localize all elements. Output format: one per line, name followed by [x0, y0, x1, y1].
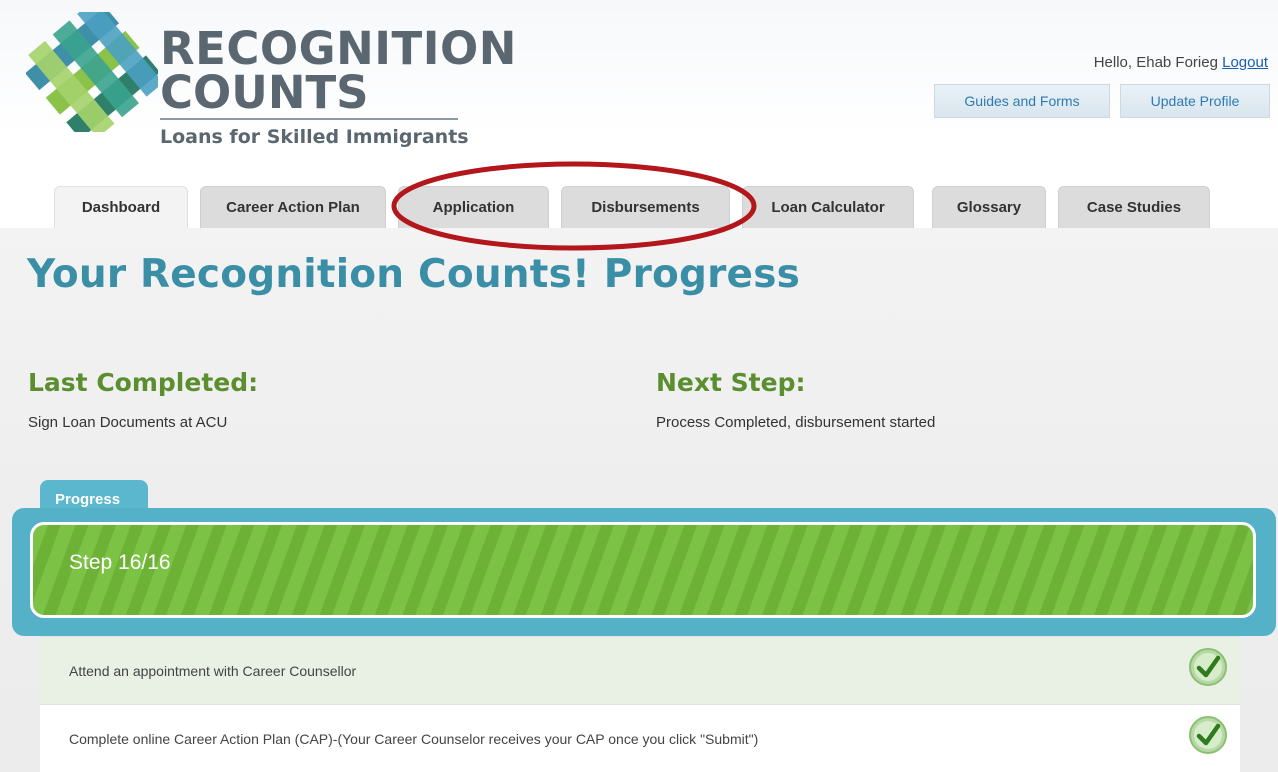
step-list: Attend an appointment with Career Counse… [40, 636, 1240, 772]
list-item: Attend an appointment with Career Counse… [40, 636, 1240, 704]
list-item: Complete online Career Action Plan (CAP)… [40, 704, 1240, 772]
progress-step-label: Step 16/16 [69, 551, 171, 574]
logo-title-line2: COUNTS [160, 66, 369, 119]
tab-loan-calculator[interactable]: Loan Calculator [742, 186, 914, 228]
last-completed-value: Sign Loan Documents at ACU [28, 414, 228, 431]
next-step-heading: Next Step: [656, 368, 806, 397]
step-label: Attend an appointment with Career Counse… [69, 662, 357, 679]
page-title: Your Recognition Counts! Progress [27, 252, 801, 297]
tab-dashboard[interactable]: Dashboard [54, 186, 188, 228]
check-circle-icon [1189, 716, 1227, 754]
tab-career-action-plan[interactable]: Career Action Plan [200, 186, 386, 228]
progress-bar: Step 16/16 [30, 522, 1256, 618]
user-greeting: Hello, Ehab Forieg Logout [1094, 54, 1268, 71]
next-step-value: Process Completed, disbursement started [656, 414, 936, 431]
logo-divider [160, 118, 458, 120]
tab-application[interactable]: Application [398, 186, 549, 228]
last-completed-heading: Last Completed: [28, 368, 259, 397]
site-header: RECOGNITION COUNTS Loans for Skilled Imm… [0, 0, 1278, 228]
logo-mark-icon[interactable] [26, 12, 158, 132]
logo-title-line1: RECOGNITION [160, 22, 517, 75]
guides-and-forms-button[interactable]: Guides and Forms [934, 84, 1110, 118]
check-circle-icon [1189, 648, 1227, 686]
update-profile-button[interactable]: Update Profile [1120, 84, 1270, 118]
tab-case-studies[interactable]: Case Studies [1058, 186, 1210, 228]
tab-disbursements[interactable]: Disbursements [561, 186, 730, 228]
progress-fill [33, 525, 1253, 615]
logo-tagline: Loans for Skilled Immigrants [160, 126, 469, 148]
step-label: Complete online Career Action Plan (CAP)… [69, 730, 759, 747]
tab-glossary[interactable]: Glossary [932, 186, 1046, 228]
logout-link[interactable]: Logout [1222, 54, 1268, 71]
greeting-text: Hello, Ehab Forieg [1093, 54, 1218, 71]
